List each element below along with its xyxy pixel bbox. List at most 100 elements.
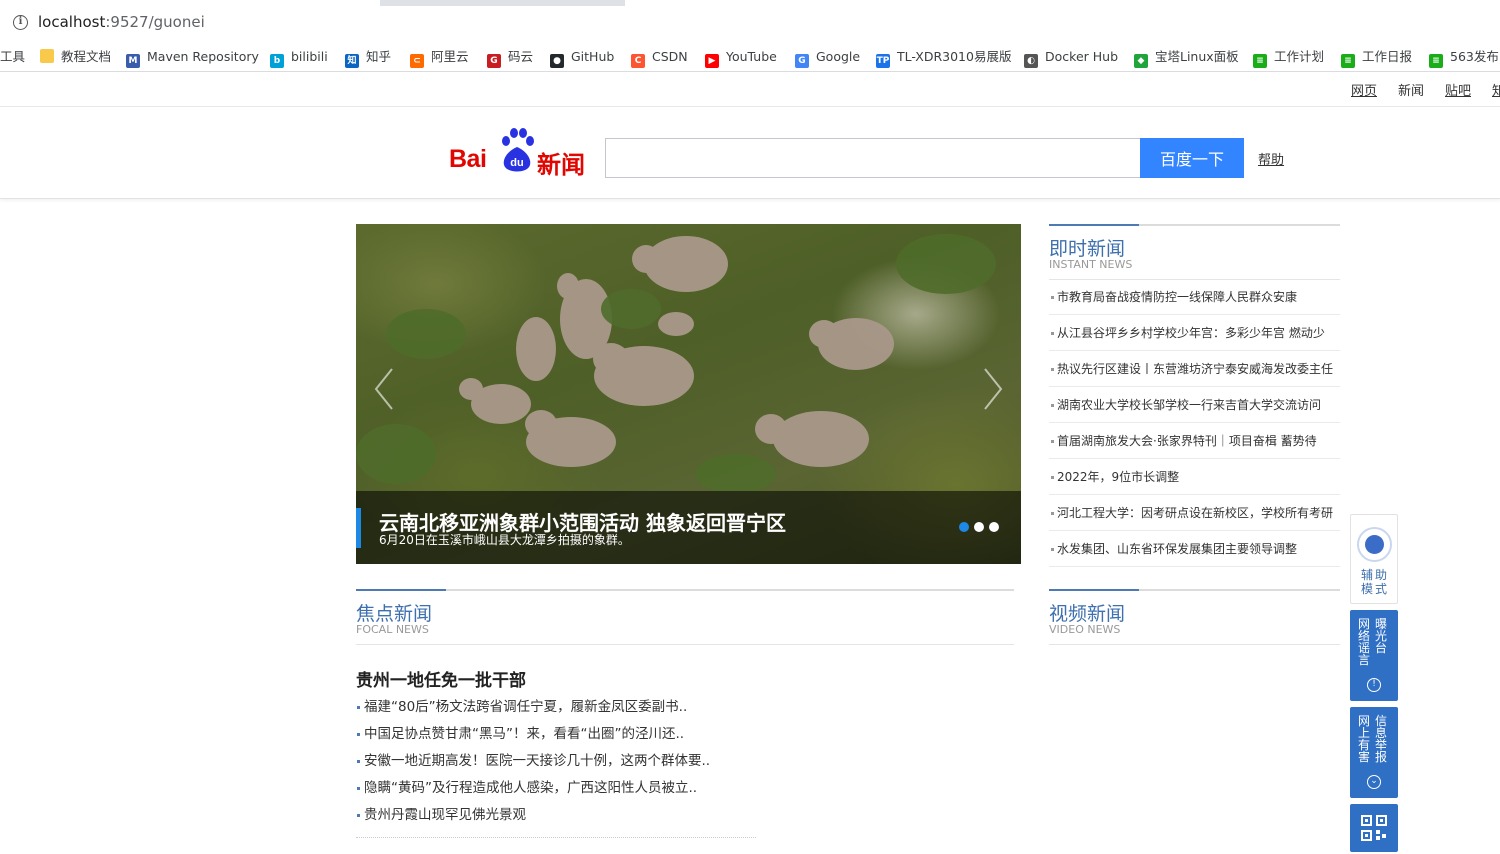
bookmark-item[interactable]: ⊂ 阿里云 <box>410 46 469 68</box>
bookmark-label: 563发布 <box>1450 49 1499 64</box>
zhihu-icon: 知 <box>345 54 359 68</box>
news-list-item[interactable]: 水发集团、山东省环保发展集团主要领导调整 <box>1049 531 1340 567</box>
bookmark-label: Google <box>816 49 861 64</box>
nav-tieba[interactable]: 贴吧 <box>1445 80 1471 99</box>
google-icon: G <box>795 54 809 68</box>
focus-headline[interactable]: 贵州一地任免一批干部 <box>356 666 526 691</box>
sheet-icon: ≡ <box>1341 54 1355 68</box>
bookmark-item[interactable]: G Google <box>795 46 860 68</box>
news-list-item[interactable]: 隐瞒“黄码”及行程造成他人感染，广西这阳性人员被立.. <box>356 775 756 802</box>
search-button[interactable]: 百度一下 <box>1140 138 1244 178</box>
youtube-icon: ▶ <box>705 54 719 68</box>
news-list-item[interactable]: 2022年，9位市长调整 <box>1049 459 1340 495</box>
bookmark-item[interactable]: ≡ 工作计划 <box>1253 46 1324 68</box>
bookmark-label: YouTube <box>726 49 777 64</box>
news-list-item[interactable]: 从江县谷坪乡乡村学校少年宫：多彩少年宫 燃动少 <box>1049 315 1340 351</box>
news-list-item[interactable]: 湖南农业大学校长邹学校一行来吉首大学交流访问 <box>1049 387 1340 423</box>
bookmark-label: TL-XDR3010易展版 <box>897 49 1012 64</box>
bookmark-label: Docker Hub <box>1045 49 1118 64</box>
csdn-icon: C <box>631 54 645 68</box>
bilibili-icon: b <box>270 54 284 68</box>
focus-news-title: 焦点新闻 <box>356 603 433 625</box>
bookmark-item[interactable]: 工具 <box>0 46 25 68</box>
video-news-heading: 视频新闻 VIDEO NEWS <box>1049 589 1340 645</box>
news-list-item[interactable]: 市教育局奋战疫情防控一线保障人民群众安康 <box>1049 279 1340 315</box>
slide-caption: 云南北移亚洲象群小范围活动 独象返回晋宁区 6月20日在玉溪市峨山县大龙潭乡拍摄… <box>356 491 1021 564</box>
assist-mode-button[interactable]: 辅助模式 <box>1350 514 1398 604</box>
bookmark-item[interactable]: TP TL-XDR3010易展版 <box>876 46 1011 68</box>
bookmark-item[interactable]: 教程文档 <box>40 46 111 68</box>
chevron-down-icon: ⌄ <box>1367 775 1381 789</box>
news-list-item[interactable]: 安徽一地近期高发！医院一天接诊几十例，这两个群体要.. <box>356 748 756 775</box>
bookmark-item[interactable]: C CSDN <box>631 46 688 68</box>
rumor-exposure-button[interactable]: 网络谣言 曝光台 ! <box>1350 610 1398 701</box>
help-link[interactable]: 帮助 <box>1258 149 1284 168</box>
news-list-item[interactable]: 中国足协点赞甘肃“黑马”！来，看看“出圈”的泾川还.. <box>356 721 756 748</box>
focus-news-heading: 焦点新闻 FOCAL NEWS <box>356 589 1014 645</box>
bookmark-label: 工作日报 <box>1362 49 1413 64</box>
maven-icon: M <box>126 54 140 68</box>
news-list-item[interactable]: 首届湖南旅发大会·张家界特刊｜项目奋楫 蓄势待 <box>1049 423 1340 459</box>
bookmark-label: CSDN <box>652 49 688 64</box>
instant-news-title: 即时新闻 <box>1049 238 1126 260</box>
focus-news-subtitle: FOCAL NEWS <box>356 623 429 636</box>
sheet-icon: ≡ <box>1253 54 1267 68</box>
bookmark-item[interactable]: ▶ YouTube <box>705 46 777 68</box>
news-list-item[interactable]: 福建“80后”杨文法跨省调任宁夏，履新金凤区委副书.. <box>356 694 756 721</box>
harmful-info-report-button[interactable]: 网上有害 信息举报 ⌄ <box>1350 707 1398 798</box>
floating-tools: 辅助模式 网络谣言 曝光台 ! 网上有害 信息举报 ⌄ <box>1350 514 1398 852</box>
bookmark-item[interactable]: ≡ 563发布 <box>1429 46 1499 68</box>
instant-news-list: 市教育局奋战疫情防控一线保障人民群众安康 从江县谷坪乡乡村学校少年宫：多彩少年宫 … <box>1049 279 1340 567</box>
video-news-subtitle: VIDEO NEWS <box>1049 623 1121 636</box>
baota-icon: ◆ <box>1134 54 1148 68</box>
news-list-item[interactable]: 贵州丹霞山现罕见佛光景观 <box>356 802 756 829</box>
slide-dot[interactable] <box>974 522 984 532</box>
bookmark-item[interactable]: ≡ 工作日报 <box>1341 46 1412 68</box>
news-list-item[interactable]: 热议先行区建设丨东营潍坊济宁泰安威海发改委主任 <box>1049 351 1340 387</box>
slide-dot[interactable] <box>959 522 969 532</box>
bookmark-label: 宝塔Linux面板 <box>1155 49 1239 64</box>
bookmark-label: 教程文档 <box>61 49 112 64</box>
rumor-label-1: 网络谣言 <box>1358 617 1371 667</box>
bookmark-item[interactable]: G 码云 <box>487 46 533 68</box>
slide-dot[interactable] <box>989 522 999 532</box>
slide-next-arrow[interactable] <box>977 364 1007 414</box>
elephants-image <box>356 234 996 491</box>
bookmark-item[interactable]: b bilibili <box>270 46 328 68</box>
bookmark-item[interactable]: 知知乎 <box>345 46 391 68</box>
tab-strip <box>0 0 1500 6</box>
aliyun-icon: ⊂ <box>410 54 424 68</box>
browser-address-bar: i localhost:9527/guonei <box>0 0 1500 42</box>
report-label-2: 信息举报 <box>1375 714 1388 764</box>
news-list-item[interactable]: 河北工程大学：因考研点设在新校区，学校所有考研 <box>1049 495 1340 531</box>
nav-news[interactable]: 新闻 <box>1398 80 1424 99</box>
qrcode-button[interactable] <box>1350 804 1398 852</box>
tplink-icon: TP <box>876 54 890 68</box>
rumor-label-2: 曝光台 <box>1375 617 1388 655</box>
nav-zhidao[interactable]: 知 <box>1492 80 1500 99</box>
bookmark-item[interactable]: ● GitHub <box>550 46 614 68</box>
bookmark-item[interactable]: ◆ 宝塔Linux面板 <box>1134 46 1239 68</box>
slide-dots <box>954 517 999 536</box>
bookmark-label: Maven Repository <box>147 49 259 64</box>
heading-accent <box>356 589 446 591</box>
slide-prev-arrow[interactable] <box>370 364 400 414</box>
folder-icon <box>40 49 54 63</box>
bookmarks-bar: 工具 教程文档 M Maven Repository b bilibili 知知乎 ⊂ 阿里云 G… <box>0 42 1500 72</box>
accessibility-icon <box>1357 527 1392 562</box>
focus-news-list: 福建“80后”杨文法跨省调任宁夏，履新金凤区委副书.. 中国足协点赞甘肃“黑马”！… <box>356 694 756 838</box>
assist-mode-label: 辅助模式 <box>1360 568 1389 596</box>
bookmark-item[interactable]: M Maven Repository <box>126 46 259 68</box>
nav-web[interactable]: 网页 <box>1351 80 1377 99</box>
bookmark-label: 知乎 <box>366 49 392 64</box>
bookmark-item[interactable]: ◐ Docker Hub <box>1024 46 1118 68</box>
slide-subtitle: 6月20日在玉溪市峨山县大龙潭乡拍摄的象群。 <box>379 533 630 547</box>
gitee-icon: G <box>487 54 501 68</box>
url-field[interactable]: localhost:9527/guonei <box>38 13 205 31</box>
bookmark-label: 工作计划 <box>1274 49 1325 64</box>
heading-accent <box>1049 589 1139 591</box>
search-input[interactable] <box>605 138 1141 178</box>
site-info-icon[interactable]: i <box>13 15 28 30</box>
svg-text:du: du <box>510 157 523 169</box>
headline-slideshow[interactable]: 云南北移亚洲象群小范围活动 独象返回晋宁区 6月20日在玉溪市峨山县大龙潭乡拍摄… <box>356 224 1021 564</box>
